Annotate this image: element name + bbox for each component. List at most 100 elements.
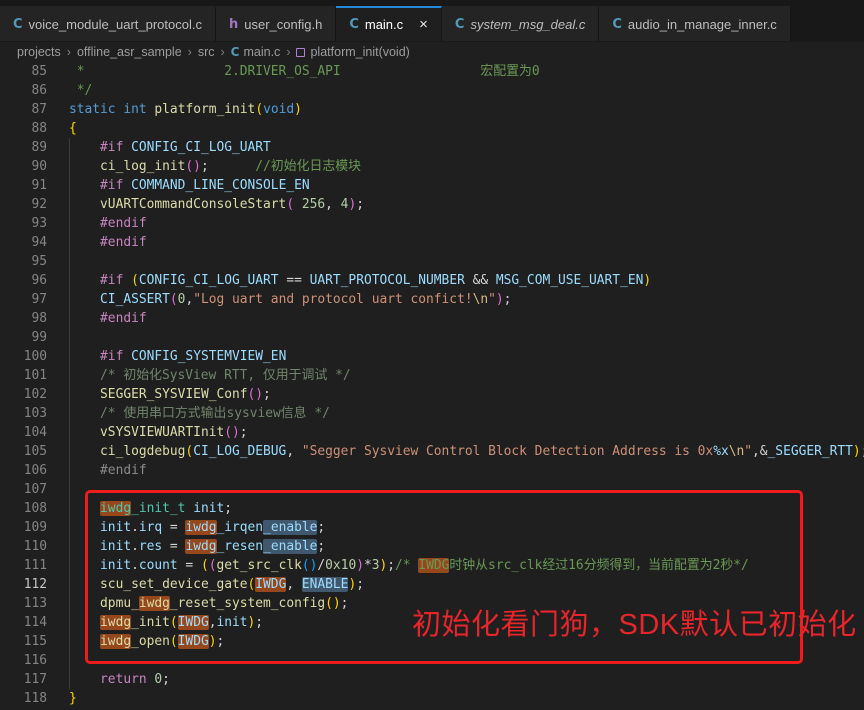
line-number: 101 <box>0 366 47 385</box>
tab-main.c[interactable]: Cmain.c× <box>336 6 442 41</box>
code-line-115[interactable]: 115 iwdg_open(IWDG); <box>0 632 864 651</box>
line-number: 98 <box>0 309 47 328</box>
code-line-89[interactable]: 89 #if CONFIG_CI_LOG_UART <box>0 138 864 157</box>
code-line-105[interactable]: 105 ci_logdebug(CI_LOG_DEBUG, "Segger Sy… <box>0 442 864 461</box>
code-line-98[interactable]: 98 #endif <box>0 309 864 328</box>
line-content: init.count = ((get_src_clk()/0x10)*3);/*… <box>69 558 749 573</box>
c-file-icon: C <box>455 17 465 32</box>
line-content: #endif <box>69 311 147 326</box>
code-line-88[interactable]: 88 { <box>0 119 864 138</box>
code-line-116[interactable]: 116 <box>0 651 864 670</box>
line-number: 91 <box>0 176 47 195</box>
tab-user_config.h[interactable]: h user_config.h <box>216 6 336 41</box>
code-line-99[interactable]: 99 <box>0 328 864 347</box>
code-line-114[interactable]: 114 iwdg_init(IWDG,init); <box>0 613 864 632</box>
breadcrumb-item-offline_asr_sample[interactable]: offline_asr_sample <box>77 45 182 59</box>
line-content: scu_set_device_gate(IWDG, ENABLE); <box>69 577 364 592</box>
editor[interactable]: 85 * 2.DRIVER_OS_API 宏配置为086 */87static … <box>0 62 864 710</box>
line-content: SEGGER_SYSVIEW_Conf(); <box>69 387 271 402</box>
code-line-86[interactable]: 86 */ <box>0 81 864 100</box>
line-number: 102 <box>0 385 47 404</box>
line-number: 92 <box>0 195 47 214</box>
breadcrumb-item-projects[interactable]: projects <box>17 45 61 59</box>
breadcrumb-item-platform_init(void)[interactable]: platform_init(void) <box>296 45 409 59</box>
code-line-111[interactable]: 111 init.count = ((get_src_clk()/0x10)*3… <box>0 556 864 575</box>
code-line-90[interactable]: 90 ci_log_init(); //初始化日志模块 <box>0 157 864 176</box>
code-area: 85 * 2.DRIVER_OS_API 宏配置为086 */87static … <box>0 62 864 708</box>
code-line-92[interactable]: 92 vUARTCommandConsoleStart( 256, 4); <box>0 195 864 214</box>
breadcrumb-separator: › <box>286 45 290 59</box>
code-line-109[interactable]: 109 init.irq = iwdg_irqen_enable; <box>0 518 864 537</box>
line-content: iwdg_init(IWDG,init); <box>69 615 263 630</box>
line-number: 112 <box>0 575 47 594</box>
c-file-icon: C <box>231 45 240 59</box>
line-number: 90 <box>0 157 47 176</box>
close-icon[interactable]: × <box>419 17 428 32</box>
code-line-85[interactable]: 85 * 2.DRIVER_OS_API 宏配置为0 <box>0 62 864 81</box>
tab-audio_in_manage_inner.c[interactable]: Caudio_in_manage_inner.c <box>599 6 790 41</box>
line-content: dpmu_iwdg_reset_system_config(); <box>69 596 348 611</box>
line-number: 118 <box>0 689 47 708</box>
code-line-104[interactable]: 104 vSYSVIEWUARTInit(); <box>0 423 864 442</box>
line-content: #endif <box>69 235 147 250</box>
code-line-100[interactable]: 100 #if CONFIG_SYSTEMVIEW_EN <box>0 347 864 366</box>
code-line-110[interactable]: 110 init.res = iwdg_resen_enable; <box>0 537 864 556</box>
code-line-101[interactable]: 101 /* 初始化SysView RTT, 仅用于调试 */ <box>0 366 864 385</box>
line-number: 89 <box>0 138 47 157</box>
code-line-91[interactable]: 91 #if COMMAND_LINE_CONSOLE_EN <box>0 176 864 195</box>
line-content: iwdg_init_t init; <box>69 501 232 516</box>
line-content: { <box>69 121 77 136</box>
line-content: #endif <box>69 463 147 478</box>
breadcrumb-separator: › <box>67 45 71 59</box>
breadcrumb-separator: › <box>221 45 225 59</box>
tab-system_msg_deal.c[interactable]: Csystem_msg_deal.c <box>442 6 599 41</box>
line-number: 109 <box>0 518 47 537</box>
code-line-108[interactable]: 108 iwdg_init_t init; <box>0 499 864 518</box>
tab-bar: Cvoice_module_uart_protocol.c h user_confi… <box>0 0 864 42</box>
line-number: 110 <box>0 537 47 556</box>
line-content: /* 初始化SysView RTT, 仅用于调试 */ <box>69 368 351 383</box>
h-file-icon: h <box>229 17 238 32</box>
code-line-97[interactable]: 97 CI_ASSERT(0,"Log uart and protocol ua… <box>0 290 864 309</box>
line-content: */ <box>69 83 92 98</box>
line-number: 93 <box>0 214 47 233</box>
code-line-94[interactable]: 94 #endif <box>0 233 864 252</box>
line-number: 104 <box>0 423 47 442</box>
code-line-107[interactable]: 107 <box>0 480 864 499</box>
code-line-113[interactable]: 113 dpmu_iwdg_reset_system_config(); <box>0 594 864 613</box>
line-number: 108 <box>0 499 47 518</box>
code-line-117[interactable]: 117 return 0; <box>0 670 864 689</box>
code-line-112[interactable]: 112 scu_set_device_gate(IWDG, ENABLE); <box>0 575 864 594</box>
line-content: #endif <box>69 216 147 231</box>
code-line-103[interactable]: 103 /* 使用串口方式输出sysview信息 */ <box>0 404 864 423</box>
c-file-icon: C <box>349 17 359 32</box>
code-line-118[interactable]: 118} <box>0 689 864 708</box>
code-line-96[interactable]: 96 #if (CONFIG_CI_LOG_UART == UART_PROTO… <box>0 271 864 290</box>
breadcrumb-item-main.c[interactable]: Cmain.c <box>231 45 281 59</box>
line-number: 105 <box>0 442 47 461</box>
code-line-93[interactable]: 93 #endif <box>0 214 864 233</box>
c-file-icon: C <box>612 17 622 32</box>
code-line-102[interactable]: 102 SEGGER_SYSVIEW_Conf(); <box>0 385 864 404</box>
line-content: /* 使用串口方式输出sysview信息 */ <box>69 406 330 421</box>
tab-voice_module_uart_protocol.c[interactable]: Cvoice_module_uart_protocol.c <box>0 6 216 41</box>
breadcrumb-separator: › <box>188 45 192 59</box>
symbol-method-icon <box>296 48 305 57</box>
line-number: 114 <box>0 613 47 632</box>
line-number: 103 <box>0 404 47 423</box>
code-line-87[interactable]: 87static int platform_init(void) <box>0 100 864 119</box>
line-number: 107 <box>0 480 47 499</box>
line-number: 95 <box>0 252 47 271</box>
code-line-95[interactable]: 95 <box>0 252 864 271</box>
line-number: 88 <box>0 119 47 138</box>
line-number: 86 <box>0 81 47 100</box>
line-number: 116 <box>0 651 47 670</box>
line-content: * 2.DRIVER_OS_API 宏配置为0 <box>69 64 540 79</box>
tab-label: user_config.h <box>244 17 322 32</box>
line-content: CI_ASSERT(0,"Log uart and protocol uart … <box>69 292 511 307</box>
line-number: 96 <box>0 271 47 290</box>
line-number: 87 <box>0 100 47 119</box>
code-line-106[interactable]: 106 #endif <box>0 461 864 480</box>
c-file-icon: C <box>13 17 23 32</box>
breadcrumb-item-src[interactable]: src <box>198 45 215 59</box>
